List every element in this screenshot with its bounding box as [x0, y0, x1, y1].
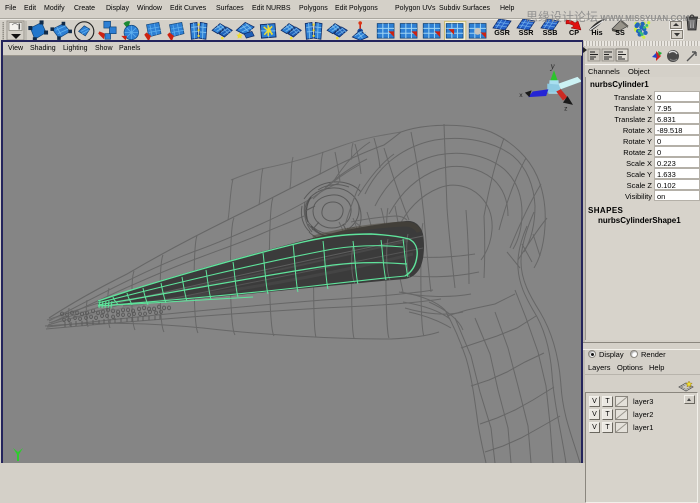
svg-text:GSR: GSR [494, 28, 510, 37]
svg-text:SS: SS [615, 28, 625, 37]
svg-text:y: y [550, 61, 555, 71]
svg-text:x: x [519, 92, 523, 99]
svg-text:CP: CP [569, 28, 579, 37]
svg-text:SSR: SSR [519, 28, 535, 37]
svg-text:SSB: SSB [543, 28, 558, 37]
svg-text:z: z [564, 106, 568, 113]
svg-text:His: His [591, 28, 602, 37]
